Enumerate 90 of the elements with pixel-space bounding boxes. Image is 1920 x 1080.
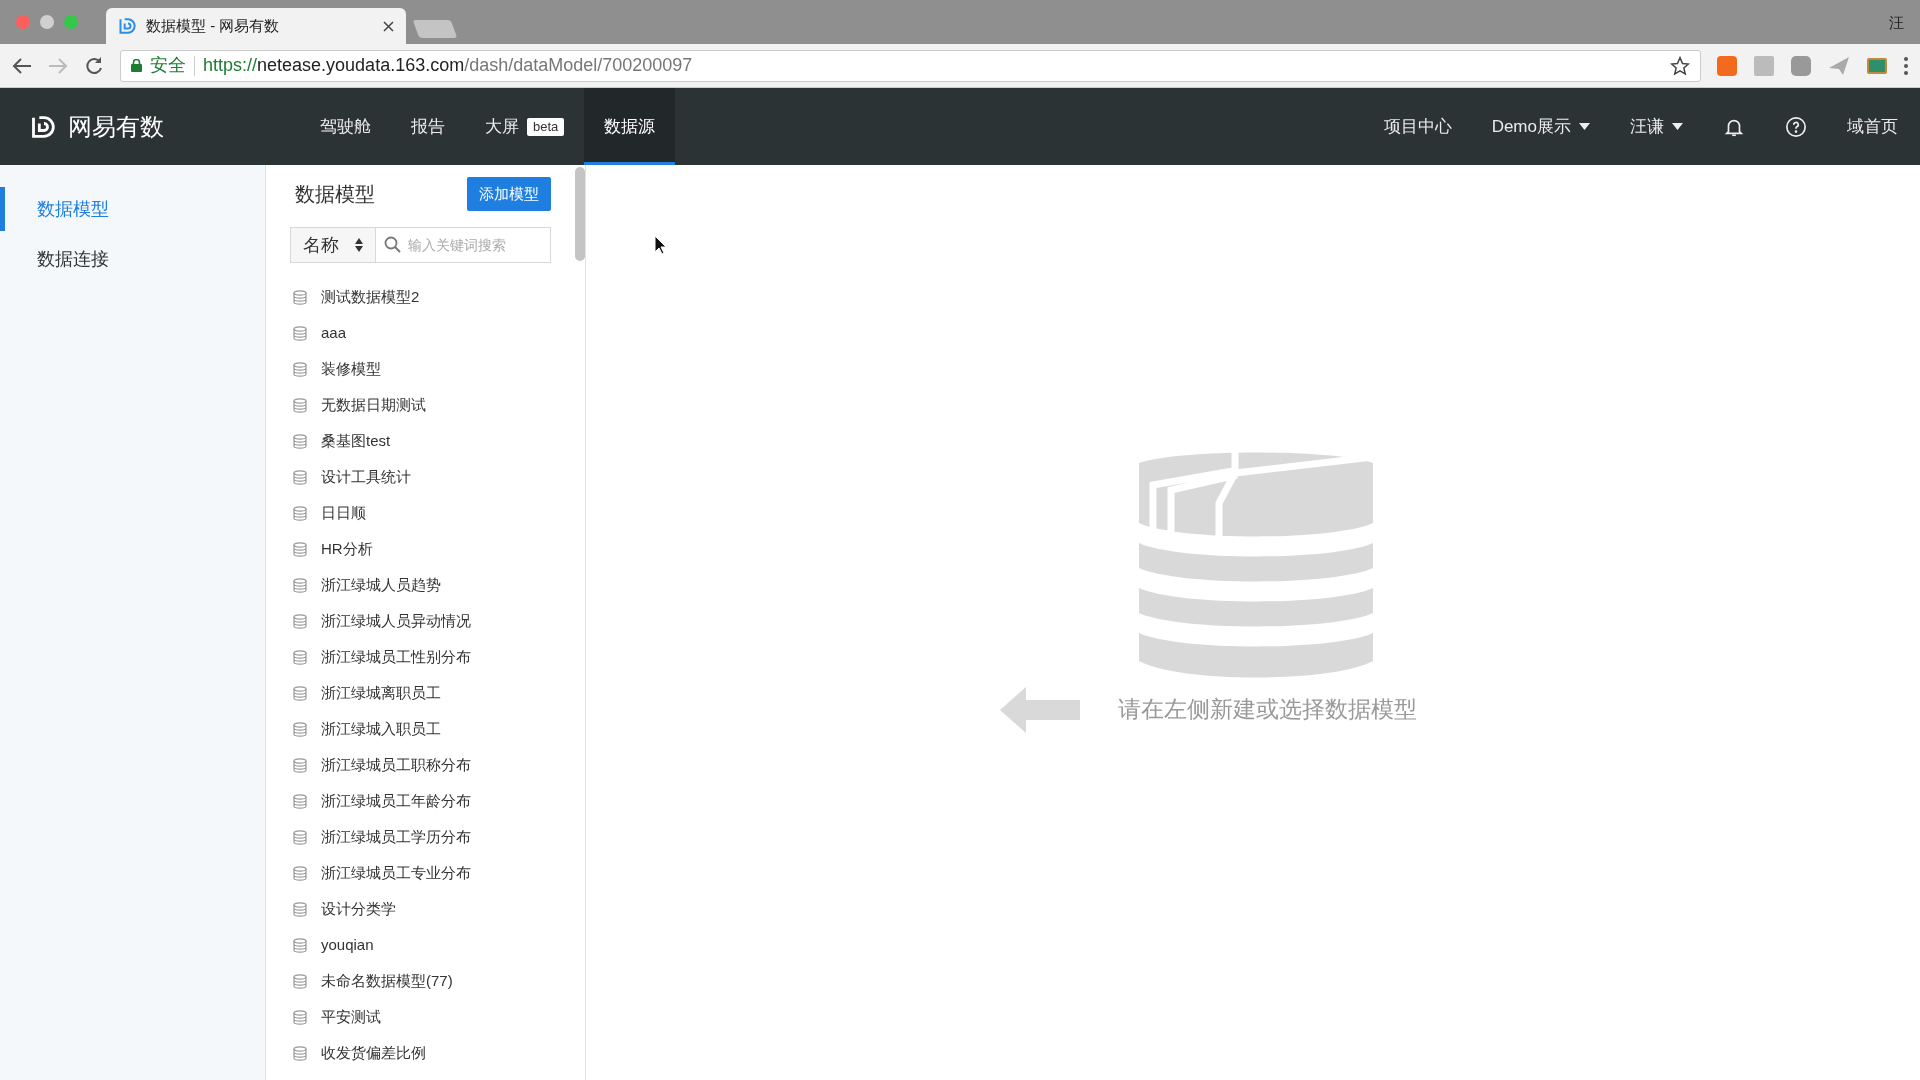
url-text: https://netease.youdata.163.com/dash/dataModel/700200097	[203, 54, 694, 77]
search-field[interactable]: 输入关键词搜索	[376, 227, 551, 263]
nav-tab[interactable]: 驾驶舱	[300, 88, 391, 165]
database-icon	[293, 901, 307, 917]
caret-down-icon	[1672, 123, 1683, 130]
profile-name[interactable]: 汪	[1889, 12, 1904, 35]
database-icon	[293, 397, 307, 413]
forward-arrow-icon[interactable]	[48, 56, 68, 75]
model-list-item[interactable]: 装修模型	[290, 351, 551, 387]
extension-icon[interactable]	[1754, 55, 1774, 76]
logo-text: 网易有数	[68, 111, 164, 142]
left-arrow-icon	[999, 686, 1080, 733]
model-list-item[interactable]: 浙江绿城员工专业分布	[290, 855, 551, 891]
nav-link[interactable]: 域首页	[1847, 113, 1898, 140]
dropdown-menu[interactable]: 汪谦	[1630, 113, 1683, 140]
model-list-item[interactable]: 浙江绿城入职员工	[290, 711, 551, 747]
close-icon[interactable]	[383, 20, 394, 32]
model-list-item[interactable]: 平安测试	[290, 999, 551, 1035]
database-icon	[293, 685, 307, 701]
database-icon	[293, 505, 307, 521]
logo-icon	[118, 16, 138, 36]
database-icon	[293, 937, 307, 953]
extension-icon[interactable]	[1791, 55, 1811, 76]
model-list-item[interactable]: 日日顺	[290, 495, 551, 531]
model-list-item[interactable]: 浙江绿城人员异动情况	[290, 603, 551, 639]
database-icon	[293, 577, 307, 593]
database-icon	[293, 433, 307, 449]
model-list-item[interactable]: HR分析	[290, 531, 551, 567]
panel-title: 数据模型	[294, 182, 375, 207]
star-icon[interactable]	[1670, 55, 1690, 76]
tab-title: 数据模型 - 网易有数	[146, 15, 281, 36]
extension-icon[interactable]	[1717, 55, 1737, 76]
help-icon[interactable]	[1785, 115, 1807, 138]
database-icon	[293, 1009, 307, 1025]
database-icon	[293, 469, 307, 485]
database-icon	[293, 721, 307, 737]
lock-icon	[131, 59, 142, 72]
nav-tab[interactable]: 数据源	[584, 88, 676, 165]
browser-tab[interactable]: 数据模型 - 网易有数	[106, 8, 406, 44]
database-icon	[293, 613, 307, 629]
model-list-item[interactable]: youqian	[290, 927, 551, 963]
model-list-item[interactable]: 浙江绿城人员趋势	[290, 567, 551, 603]
dropdown-menu[interactable]: Demo展示	[1491, 113, 1590, 140]
beta-badge: beta	[527, 117, 565, 136]
scrollbar-thumb[interactable]	[575, 167, 585, 261]
database-icon	[293, 325, 307, 341]
nav-link[interactable]: 项目中心	[1383, 113, 1452, 140]
database-icon	[293, 361, 307, 377]
filter-select[interactable]: 名称	[290, 227, 376, 263]
database-icon	[293, 649, 307, 665]
model-list-item[interactable]: 测试数据模型2	[290, 279, 551, 315]
model-list-item[interactable]: 浙江绿城离职员工	[290, 675, 551, 711]
new-tab-button[interactable]	[412, 20, 458, 38]
menu-icon[interactable]	[1904, 56, 1908, 75]
caret-down-icon	[1579, 123, 1590, 130]
nav-tab[interactable]: 大屏 beta	[465, 88, 585, 165]
model-list-item[interactable]: 浙江绿城员工年龄分布	[290, 783, 551, 819]
nav-tab[interactable]: 报告	[391, 88, 465, 165]
database-icon	[293, 829, 307, 845]
model-list-item[interactable]: 未命名数据模型(77)	[290, 963, 551, 999]
model-list-item[interactable]: 浙江绿城员工职称分布	[290, 747, 551, 783]
sidebar-item[interactable]: 数据连接	[0, 237, 265, 281]
database-icon	[293, 1045, 307, 1061]
empty-state-message: 请在左侧新建或选择数据模型	[1117, 695, 1417, 725]
model-list-item[interactable]: 设计分类学	[290, 891, 551, 927]
model-list-item[interactable]: 收发货偏差比例	[290, 1035, 551, 1071]
database-icon	[293, 757, 307, 773]
minimize-window-icon[interactable]	[40, 15, 54, 29]
database-icon	[293, 973, 307, 989]
model-list-item[interactable]: 设计工具统计	[290, 459, 551, 495]
extension-icon[interactable]	[1867, 57, 1887, 74]
back-arrow-icon[interactable]	[12, 56, 32, 75]
pointer-cursor-icon	[654, 235, 668, 255]
security-label: 安全	[150, 54, 186, 77]
database-icon	[293, 865, 307, 881]
model-list-item[interactable]: 无数据日期测试	[290, 387, 551, 423]
sidebar-item[interactable]: 数据模型	[0, 187, 265, 231]
model-list-item[interactable]: 桑基图test	[290, 423, 551, 459]
address-bar[interactable]: 安全 https://netease.youdata.163.com/dash/dataModel/700200097	[120, 49, 1701, 82]
add-model-button[interactable]: 添加模型	[467, 177, 551, 211]
sort-arrows-icon	[355, 238, 363, 252]
database-icon	[293, 541, 307, 557]
model-list-item[interactable]: 浙江绿城员工性别分布	[290, 639, 551, 675]
reload-icon[interactable]	[84, 55, 104, 76]
model-list-item[interactable]: 浙江绿城员工学历分布	[290, 819, 551, 855]
database-icon	[293, 793, 307, 809]
model-list-item[interactable]: aaa	[290, 315, 551, 351]
database-icon	[293, 289, 307, 305]
search-icon	[384, 236, 401, 253]
maximize-window-icon[interactable]	[64, 15, 78, 29]
